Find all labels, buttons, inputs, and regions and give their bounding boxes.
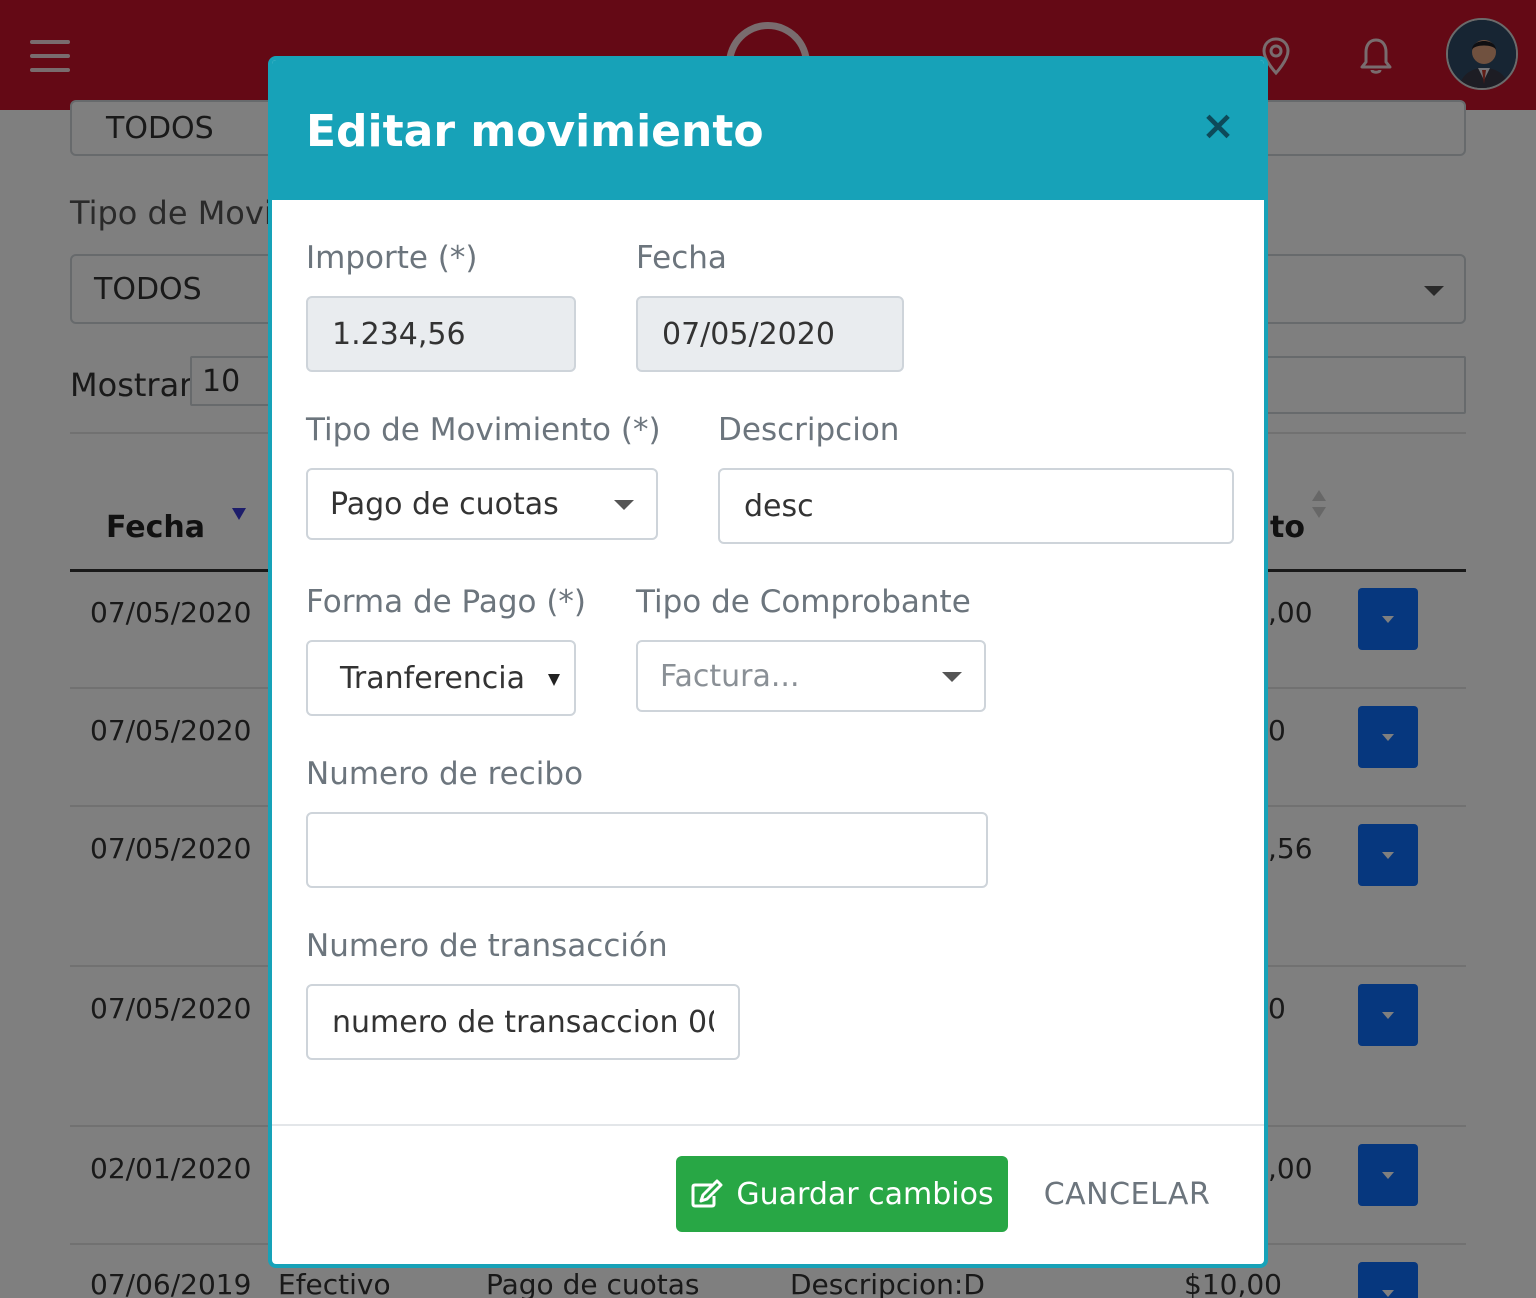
tipo-movimiento-select[interactable]: Pago de cuotas [306, 468, 658, 540]
edit-icon [691, 1179, 723, 1208]
edit-movement-modal: Editar movimiento × Importe (*) Fecha Ti… [268, 56, 1268, 1268]
modal-footer-divider [272, 1124, 1264, 1126]
fecha-input[interactable] [636, 296, 904, 372]
modal-title: Editar movimiento [306, 106, 764, 157]
descripcion-input[interactable] [718, 468, 1234, 544]
chevron-down-icon [614, 500, 634, 510]
numero-transaccion-input[interactable] [306, 984, 740, 1060]
tipo-comprobante-placeholder: Factura... [660, 658, 800, 694]
chevron-down-icon [942, 672, 962, 682]
descripcion-label: Descripcion [718, 412, 900, 448]
tipo-movimiento-label: Tipo de Movimiento (*) [306, 412, 661, 448]
fecha-label: Fecha [636, 240, 727, 276]
close-icon[interactable]: × [1200, 106, 1236, 146]
numero-recibo-input[interactable] [306, 812, 988, 888]
forma-pago-value: Tranferencia [340, 660, 526, 696]
forma-pago-select[interactable]: Tranferencia [306, 640, 576, 716]
tipo-comprobante-select[interactable]: Factura... [636, 640, 986, 712]
importe-input[interactable] [306, 296, 576, 372]
tipo-movimiento-value: Pago de cuotas [330, 486, 559, 522]
chevron-down-icon [548, 674, 560, 686]
cancel-button[interactable]: CANCELAR [1032, 1156, 1222, 1232]
importe-label: Importe (*) [306, 240, 478, 276]
modal-header: Editar movimiento × [272, 60, 1264, 200]
numero-transaccion-label: Numero de transacción [306, 928, 668, 964]
save-changes-label: Guardar cambios [736, 1176, 994, 1212]
save-changes-button[interactable]: Guardar cambios [676, 1156, 1008, 1232]
tipo-comprobante-label: Tipo de Comprobante [636, 584, 971, 620]
numero-recibo-label: Numero de recibo [306, 756, 584, 792]
forma-pago-label: Forma de Pago (*) [306, 584, 587, 620]
